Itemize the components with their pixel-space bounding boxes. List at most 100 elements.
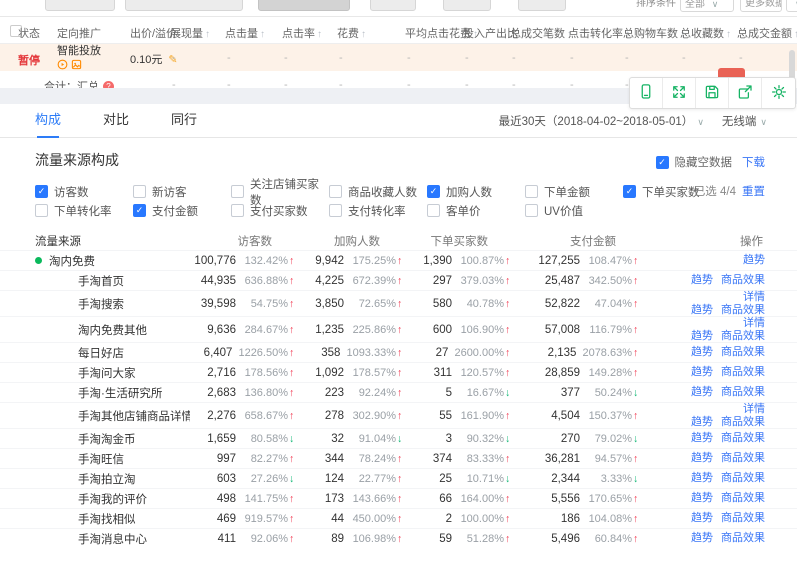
metric-cell: 1,235225.86%↑ [298, 324, 406, 336]
op-link-effect[interactable]: 商品效果 [721, 492, 765, 504]
metric-checkbox-item[interactable]: ✓加购人数 [427, 184, 525, 200]
op-link-effect[interactable]: 商品效果 [721, 452, 765, 464]
arrow-up-icon: ↑ [289, 533, 298, 545]
column-header[interactable]: 总购物车数↑ [623, 25, 685, 41]
op-link-trend[interactable]: 趋势 [691, 432, 713, 444]
op-link-effect[interactable]: 商品效果 [721, 386, 765, 398]
op-link-effect[interactable]: 商品效果 [721, 274, 765, 286]
metric-checkbox-item[interactable]: 新访客 [133, 184, 231, 200]
column-header[interactable]: 点击转化率↑ [568, 25, 630, 41]
actions-cell: 趋势商品效果 [642, 386, 797, 399]
op-link-trend[interactable]: 趋势 [691, 386, 713, 398]
tab-同行[interactable]: 同行 [171, 104, 197, 138]
collapse-button[interactable]: ∨ [786, 0, 797, 12]
op-link-trend[interactable]: 趋势 [691, 274, 713, 286]
metric-checkbox-item[interactable]: ✓访客数 [35, 184, 133, 200]
date-range-selector[interactable]: 最近30天（2018-04-02~2018-05-01）∨ [499, 113, 704, 129]
arrow-up-icon: ↑ [505, 275, 514, 287]
column-header[interactable]: 展现量↑ [170, 25, 210, 41]
mobile-preview-button[interactable] [630, 78, 663, 108]
op-link-effect[interactable]: 商品效果 [721, 512, 765, 524]
column-header[interactable]: 总收藏数↑ [680, 25, 731, 41]
metric-value: 377 [561, 387, 580, 399]
more-data-button[interactable]: 更多数据 [740, 0, 782, 12]
share-icon [736, 83, 754, 104]
share-button[interactable] [729, 78, 762, 108]
metric-change: 1093.33% [346, 347, 396, 359]
terminal-selector[interactable]: 无线端∨ [722, 113, 767, 129]
metric-cell: 4,504150.37%↑ [514, 410, 642, 422]
op-link-trend[interactable]: 趋势 [691, 532, 713, 544]
settings-button[interactable] [762, 78, 795, 108]
empty-value: - [172, 52, 176, 64]
op-link-detail[interactable]: 详情 [743, 317, 765, 329]
metric-change: 672.39% [350, 275, 396, 287]
top-action-button[interactable] [370, 0, 416, 11]
op-link-effect[interactable]: 商品效果 [721, 472, 765, 484]
op-link-effect[interactable]: 商品效果 [721, 416, 765, 428]
metric-checkbox-item[interactable]: 支付买家数 [231, 203, 329, 219]
top-action-button[interactable] [125, 0, 243, 11]
metric-checkbox-item[interactable]: 支付转化率 [329, 203, 427, 219]
metric-checkbox-item[interactable]: 商品收藏人数 [329, 184, 427, 200]
campaign-row[interactable]: 暂停 智能投放 0.10元✎ ----------- [0, 44, 797, 71]
metric-checkbox-item[interactable]: 下单转化率 [35, 203, 133, 219]
column-header[interactable]: 花费↑ [337, 25, 366, 41]
metric-change: 919.57% [242, 513, 288, 525]
op-link-trend[interactable]: 趋势 [691, 330, 713, 342]
op-link-trend[interactable]: 趋势 [691, 416, 713, 428]
download-link[interactable]: 下载 [742, 154, 765, 170]
top-action-button[interactable] [45, 0, 115, 11]
filter-select[interactable]: 全部 ∨ [680, 0, 734, 12]
checkbox-icon [133, 185, 146, 198]
op-link-trend[interactable]: 趋势 [743, 254, 765, 266]
play-circle-icon[interactable] [57, 59, 68, 70]
op-link-trend[interactable]: 趋势 [691, 346, 713, 358]
op-link-trend[interactable]: 趋势 [691, 452, 713, 464]
actions-cell: 趋势商品效果 [642, 366, 797, 379]
tab-对比[interactable]: 对比 [103, 104, 129, 138]
op-link-effect[interactable]: 商品效果 [721, 432, 765, 444]
column-header[interactable]: 点击率↑ [282, 25, 322, 41]
op-link-effect[interactable]: 商品效果 [721, 330, 765, 342]
metric-checkbox-item[interactable]: UV价值 [525, 203, 623, 219]
metric-label: 支付金额 [152, 203, 198, 219]
metric-checkbox-item[interactable]: 下单金额 [525, 184, 623, 200]
column-header[interactable]: 总成交金额↑ [737, 25, 797, 41]
arrow-up-icon: ↑ [633, 324, 642, 336]
vertical-scrollbar[interactable] [789, 50, 795, 80]
actions-cell: 趋势商品效果 [642, 346, 797, 359]
empty-value: - [407, 52, 411, 64]
column-header[interactable]: 总成交笔数↑ [510, 25, 572, 41]
op-link-effect[interactable]: 商品效果 [721, 346, 765, 358]
creative-image-icon[interactable] [71, 59, 82, 70]
save-button[interactable] [696, 78, 729, 108]
reset-link[interactable]: 重置 [742, 186, 765, 198]
table-row: 手淘·生活研究所2,683136.80%↑22392.24%↑516.67%↓3… [0, 382, 797, 402]
op-link-effect[interactable]: 商品效果 [721, 532, 765, 544]
op-link-trend[interactable]: 趋势 [691, 492, 713, 504]
metric-checkbox-item[interactable]: ✓支付金额 [133, 203, 231, 219]
metric-cell: 52,82247.04%↑ [514, 298, 642, 310]
column-header[interactable]: 点击量↑ [225, 25, 265, 41]
top-action-button[interactable] [518, 0, 566, 11]
op-link-detail[interactable]: 详情 [743, 403, 765, 415]
hide-empty-checkbox[interactable]: ✓ [656, 156, 669, 169]
arrow-down-icon: ↓ [505, 473, 514, 485]
op-link-effect[interactable]: 商品效果 [721, 304, 765, 316]
metric-cell: 5951.28%↑ [406, 533, 514, 545]
top-action-button[interactable] [258, 0, 350, 11]
op-link-detail[interactable]: 详情 [743, 291, 765, 303]
op-link-trend[interactable]: 趋势 [691, 512, 713, 524]
op-link-trend[interactable]: 趋势 [691, 472, 713, 484]
bullet-dot-icon [35, 257, 42, 264]
top-action-button[interactable] [443, 0, 491, 11]
tab-构成[interactable]: 构成 [35, 104, 61, 138]
metric-change: 1226.50% [238, 347, 288, 359]
fullscreen-button[interactable] [663, 78, 696, 108]
metric-checkbox-item[interactable]: 客单价 [427, 203, 525, 219]
op-link-trend[interactable]: 趋势 [691, 304, 713, 316]
op-link-trend[interactable]: 趋势 [691, 366, 713, 378]
op-link-effect[interactable]: 商品效果 [721, 366, 765, 378]
metric-value: 124 [325, 473, 344, 485]
